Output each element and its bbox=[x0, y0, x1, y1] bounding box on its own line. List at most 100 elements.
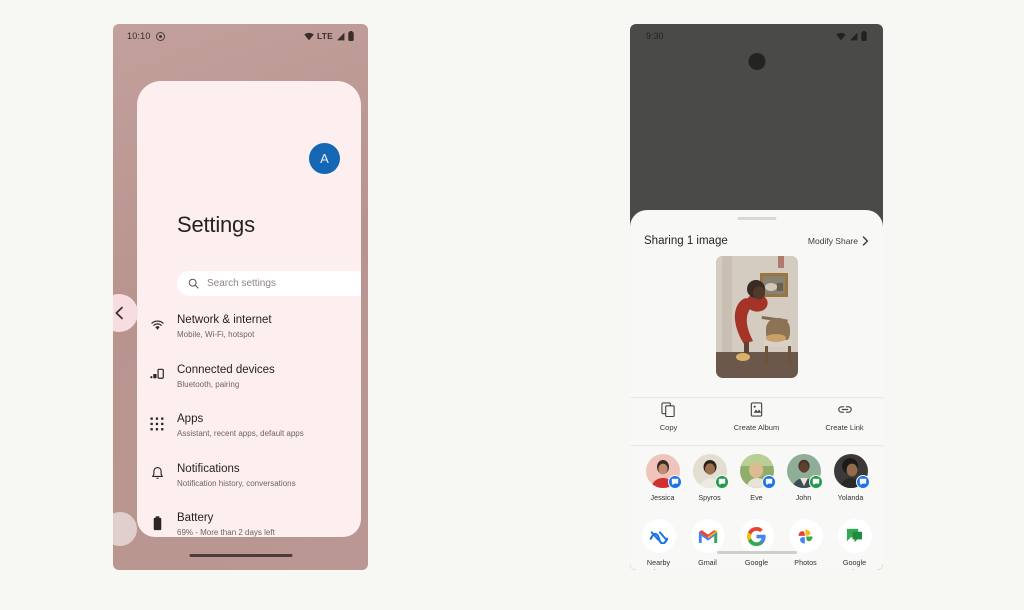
camera-cutout bbox=[748, 53, 765, 70]
photos-icon bbox=[788, 519, 823, 553]
sheet-title: Sharing 1 image bbox=[644, 235, 728, 247]
item-subtitle: Assistant, recent apps, default apps bbox=[177, 429, 304, 438]
back-gesture-affordance[interactable] bbox=[113, 294, 138, 332]
gesture-hint-blob bbox=[113, 512, 137, 546]
app-google-chat[interactable]: Google Chat bbox=[835, 519, 875, 570]
app-gmail[interactable]: Gmail bbox=[688, 519, 728, 568]
screenshot-stage: 10:10 LTE A Settings Search settings Net… bbox=[0, 0, 1024, 610]
gmail-icon bbox=[690, 519, 725, 553]
apps-row: Nearby Share Gmail bbox=[630, 516, 883, 570]
settings-phone: 10:10 LTE A Settings Search settings Net… bbox=[113, 24, 368, 570]
status-right bbox=[836, 31, 867, 41]
sidebar-item-notifications[interactable]: Notifications Notification history, conv… bbox=[137, 458, 361, 508]
page-title: Settings bbox=[177, 212, 255, 237]
chat-icon bbox=[808, 475, 823, 489]
contact-eve[interactable]: Eve bbox=[738, 454, 776, 502]
contact-name: Yolanda bbox=[837, 493, 864, 502]
signal-icon bbox=[850, 32, 858, 40]
link-icon bbox=[837, 406, 852, 413]
chevron-right-icon bbox=[862, 236, 869, 246]
shared-image-preview[interactable] bbox=[630, 256, 883, 398]
status-right: LTE bbox=[304, 31, 354, 41]
copy-button[interactable]: Copy bbox=[640, 402, 698, 432]
modify-share-label: Modify Share bbox=[807, 236, 858, 246]
devices-icon bbox=[148, 366, 166, 384]
contacts-row: Jessica Spyros Eve John Yolanda bbox=[630, 450, 883, 512]
item-subtitle: Bluetooth, pairing bbox=[177, 379, 240, 389]
item-title: Network & internet bbox=[177, 314, 272, 326]
wifi-icon bbox=[304, 32, 314, 40]
messages-icon bbox=[855, 475, 870, 489]
avatar bbox=[645, 454, 682, 489]
modify-share-button[interactable]: Modify Share bbox=[808, 236, 869, 246]
contact-name: Spyros bbox=[698, 493, 721, 502]
signal-icon bbox=[337, 32, 345, 40]
sidebar-item-network[interactable]: Network & internet Mobile, Wi-Fi, hotspo… bbox=[137, 309, 361, 359]
contact-name: Eve bbox=[750, 493, 763, 502]
settings-card: A Settings Search settings Network & int… bbox=[137, 81, 361, 537]
battery-icon bbox=[148, 514, 166, 532]
status-time: 9:30 bbox=[646, 31, 664, 41]
item-subtitle: 69% - More than 2 days left bbox=[177, 528, 275, 537]
messages-icon bbox=[761, 475, 776, 489]
sidebar-item-connected-devices[interactable]: Connected devices Bluetooth, pairing bbox=[137, 359, 361, 409]
sheet-drag-handle[interactable] bbox=[737, 217, 776, 220]
sidebar-item-battery[interactable]: Battery 69% - More than 2 days left bbox=[137, 507, 361, 537]
apps-grid-icon bbox=[148, 415, 166, 433]
search-input[interactable]: Search settings bbox=[177, 271, 361, 296]
app-nearby-share[interactable]: Nearby Share bbox=[639, 519, 679, 570]
contact-name: Jessica bbox=[650, 493, 675, 502]
app-label: Google Chat bbox=[842, 558, 867, 570]
contact-jessica[interactable]: Jessica bbox=[644, 454, 682, 502]
app-label: Nearby Share bbox=[646, 558, 671, 570]
avatar-initial: A bbox=[320, 151, 329, 166]
avatar bbox=[833, 454, 870, 489]
nearby-share-icon bbox=[641, 519, 676, 553]
app-label: Gmail bbox=[698, 558, 717, 567]
search-icon bbox=[188, 278, 199, 289]
avatar bbox=[692, 454, 729, 489]
app-label: Google bbox=[744, 558, 769, 567]
search-placeholder: Search settings bbox=[207, 278, 276, 289]
google-icon bbox=[739, 519, 774, 553]
status-time: 10:10 bbox=[127, 31, 151, 41]
home-indicator[interactable] bbox=[716, 550, 797, 554]
status-left: 10:10 bbox=[127, 31, 165, 41]
app-photos[interactable]: Photos bbox=[786, 519, 826, 568]
item-subtitle: Notification history, conversations bbox=[177, 478, 296, 488]
action-label: Create Link bbox=[825, 423, 864, 432]
wifi-icon bbox=[836, 32, 846, 40]
item-title: Notifications bbox=[177, 462, 240, 475]
network-label: LTE bbox=[316, 31, 333, 41]
share-status-bar: 9:30 bbox=[630, 24, 883, 48]
privacy-dot-icon bbox=[155, 31, 165, 41]
battery-icon bbox=[861, 31, 867, 41]
sidebar-item-apps[interactable]: Apps Assistant, recent apps, default app… bbox=[137, 408, 361, 458]
create-album-icon bbox=[750, 402, 763, 417]
item-subtitle: Mobile, Wi-Fi, hotspot bbox=[177, 330, 255, 339]
avatar bbox=[786, 454, 823, 489]
shared-photo-thumbnail[interactable] bbox=[715, 256, 798, 378]
create-album-button[interactable]: Create Album bbox=[728, 402, 786, 432]
contact-john[interactable]: John bbox=[785, 454, 823, 502]
google-chat-icon bbox=[837, 519, 872, 553]
contact-name: John bbox=[795, 493, 812, 502]
create-link-button[interactable]: Create Link bbox=[816, 402, 874, 432]
copy-icon bbox=[661, 402, 675, 417]
app-google[interactable]: Google bbox=[737, 519, 777, 568]
contact-spyros[interactable]: Spyros bbox=[691, 454, 729, 502]
sheet-header: Sharing 1 image Modify Share bbox=[630, 227, 883, 255]
share-sheet: Sharing 1 image Modify Share Copy Create… bbox=[630, 210, 883, 570]
item-title: Apps bbox=[177, 413, 204, 425]
home-indicator[interactable] bbox=[189, 553, 292, 557]
contact-yolanda[interactable]: Yolanda bbox=[832, 454, 870, 502]
avatar[interactable]: A bbox=[309, 143, 340, 174]
item-title: Battery bbox=[177, 512, 214, 524]
battery-icon bbox=[348, 31, 354, 41]
avatar bbox=[739, 454, 776, 489]
chevron-left-icon bbox=[115, 306, 123, 320]
share-phone: 9:30 Sharing 1 image Modify Share Copy C… bbox=[630, 24, 883, 570]
item-title: Connected devices bbox=[177, 363, 275, 376]
messages-icon bbox=[667, 475, 682, 489]
chat-icon bbox=[714, 475, 729, 489]
